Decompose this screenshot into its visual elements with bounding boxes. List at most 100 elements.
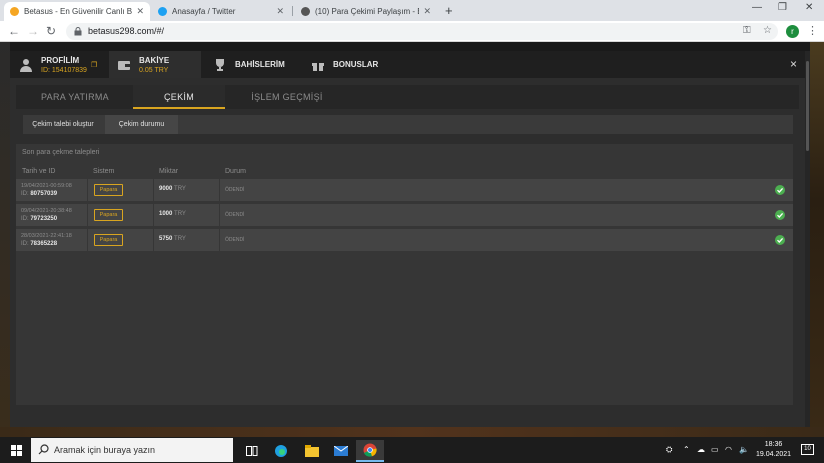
back-icon[interactable]: ← [8, 24, 20, 38]
column-header-date: Tarih ve ID [22, 168, 56, 175]
tab-transaction-history[interactable]: İŞLEM GEÇMİŞİ [237, 85, 337, 109]
check-circle-icon [775, 185, 785, 195]
table-row: 28/03/2021-22:41:18 ID: 78365228 Papara … [16, 229, 793, 251]
lock-icon [74, 27, 82, 36]
bets-title: BAHİSLERİM [235, 60, 285, 69]
row-amount: 5750 TRY [159, 236, 186, 242]
header-bonuses[interactable]: BONUSLAR [311, 51, 401, 78]
windows-start-icon[interactable] [11, 445, 22, 456]
task-view-icon[interactable] [238, 440, 266, 462]
user-icon [20, 58, 32, 72]
file-explorer-icon[interactable] [298, 440, 326, 462]
table-header: Tarih ve ID Sistem Miktar Durum [16, 165, 793, 178]
url-text: betasus298.com/#/ [88, 26, 165, 36]
amount-cell: 1000 TRY [154, 204, 220, 226]
browser-tab-forum[interactable]: (10) Para Çekimi Paylaşım - BAHİS ✕ [295, 2, 437, 21]
restore-icon[interactable]: ❐ [778, 2, 787, 13]
forward-icon[interactable]: → [27, 24, 39, 38]
system-cell: Papara [88, 204, 154, 226]
copy-icon[interactable]: ❐ [91, 61, 97, 69]
browser-tab-twitter[interactable]: Anasayfa / Twitter ✕ [152, 2, 290, 21]
background-decoration [0, 427, 824, 437]
check-circle-icon [775, 235, 785, 245]
edge-icon[interactable] [267, 440, 295, 462]
clock-time: 18:36 [764, 441, 783, 448]
browser-menu-icon[interactable]: ⋮ [807, 24, 818, 37]
taskbar-clock[interactable]: 18:36 19.04.2021 [756, 440, 791, 460]
profile-title: PROFİLİM [41, 55, 80, 65]
header-profile[interactable]: PROFİLİM ID: 154107839 ❐ [19, 51, 109, 78]
row-date: 19/04/2021-00:59:08 [21, 183, 72, 189]
row-date: 28/03/2021-22:41:18 [21, 233, 72, 239]
row-id: ID: 80757039 [21, 191, 58, 197]
modal-scrollbar-thumb[interactable] [806, 61, 809, 151]
row-id: ID: 78365228 [21, 241, 58, 247]
key-icon[interactable]: ⚿ [743, 25, 751, 36]
close-tab-icon[interactable]: ✕ [136, 6, 144, 17]
taskbar-search[interactable]: Aramak için buraya yazın [31, 438, 233, 462]
row-date: 09/04/2021-20:38:48 [21, 208, 72, 214]
people-icon[interactable]: ⛭ [666, 445, 672, 455]
onedrive-icon[interactable]: ☁ [697, 445, 705, 454]
status-cell: ÖDENDİ [220, 204, 793, 226]
row-status: ÖDENDİ [225, 187, 245, 193]
tray-expand-icon[interactable]: ⌃ [683, 445, 690, 454]
status-cell: ÖDENDİ [220, 179, 793, 201]
table-row: 19/04/2021-00:59:08 ID: 80757039 Papara … [16, 179, 793, 201]
minimize-icon[interactable]: — [752, 2, 762, 13]
window-close-icon[interactable]: ✕ [805, 2, 813, 13]
profile-avatar[interactable]: r [786, 25, 799, 38]
subtab-withdrawal-status[interactable]: Çekim durumu [105, 115, 178, 134]
search-placeholder: Aramak için buraya yazın [54, 445, 156, 455]
background-decoration [810, 42, 824, 437]
volume-icon[interactable]: 🔈 [739, 445, 749, 454]
bonuses-title: BONUSLAR [333, 60, 379, 69]
row-amount: 1000 TRY [159, 211, 186, 217]
chrome-icon[interactable] [356, 440, 384, 462]
subtab-create-request[interactable]: Çekim talebi oluştur [23, 115, 103, 134]
tab-deposit[interactable]: PARA YATIRMA [29, 85, 121, 109]
column-header-system: Sistem [93, 168, 115, 175]
browser-tab-betasus[interactable]: Betasus - En Güvenilir Canlı Bahis ✕ [4, 2, 150, 21]
column-header-amount: Miktar [159, 168, 179, 175]
bookmark-star-icon[interactable]: ☆ [763, 25, 772, 36]
account-modal: PROFİLİM ID: 154107839 ❐ BAKİYE 0.05 TRY [10, 51, 810, 427]
balance-title: BAKİYE [139, 55, 170, 65]
close-tab-icon[interactable]: ✕ [423, 6, 431, 17]
main-tabs: PARA YATIRMA ÇEKİM İŞLEM GEÇMİŞİ [16, 85, 799, 109]
modal-header: PROFİLİM ID: 154107839 ❐ BAKİYE 0.05 TRY [10, 51, 810, 78]
status-cell: ÖDENDİ [220, 229, 793, 251]
header-my-bets[interactable]: BAHİSLERİM [213, 51, 303, 78]
system-cell: Papara [88, 229, 154, 251]
withdrawal-subtabs: Çekim talebi oluştur Çekim durumu [23, 115, 793, 134]
address-bar[interactable]: betasus298.com/#/ [66, 23, 778, 40]
tab-withdrawal[interactable]: ÇEKİM [133, 85, 225, 109]
new-tab-icon[interactable]: + [445, 3, 453, 18]
check-circle-icon [775, 210, 785, 220]
network-icon[interactable]: ◠ [725, 445, 732, 454]
twitter-favicon-icon [158, 7, 167, 16]
notifications-icon[interactable]: 10 [801, 444, 814, 455]
tab-title: Anasayfa / Twitter [172, 7, 236, 16]
reload-icon[interactable]: ↻ [46, 24, 56, 38]
close-modal-icon[interactable]: × [790, 57, 797, 71]
row-amount: 9000 TRY [159, 186, 186, 192]
panel-title: Son para çekme talepleri [22, 149, 100, 156]
table-row: 09/04/2021-20:38:48 ID: 79723250 Papara … [16, 204, 793, 226]
header-balance[interactable]: BAKİYE 0.05 TRY [109, 51, 201, 78]
balance-value: 0.05 TRY [139, 66, 169, 74]
row-id: ID: 79723250 [21, 216, 58, 222]
system-badge: Papara [94, 184, 123, 196]
close-tab-icon[interactable]: ✕ [276, 6, 284, 17]
date-id-cell: 19/04/2021-00:59:08 ID: 80757039 [16, 179, 88, 201]
row-status: ÖDENDİ [225, 237, 245, 243]
clock-date: 19.04.2021 [756, 451, 792, 458]
battery-icon[interactable]: ▭ [711, 445, 719, 454]
windows-taskbar: Aramak için buraya yazın ⛭ ⌃ ☁ ▭ ◠ 🔈 18:… [0, 437, 824, 463]
date-id-cell: 28/03/2021-22:41:18 ID: 78365228 [16, 229, 88, 251]
browser-toolbar: ← → ↻ betasus298.com/#/ ⚿ ☆ [0, 21, 824, 42]
system-cell: Papara [88, 179, 154, 201]
mail-icon[interactable] [327, 440, 355, 462]
wallet-icon [118, 60, 130, 70]
gift-icon [312, 62, 324, 71]
